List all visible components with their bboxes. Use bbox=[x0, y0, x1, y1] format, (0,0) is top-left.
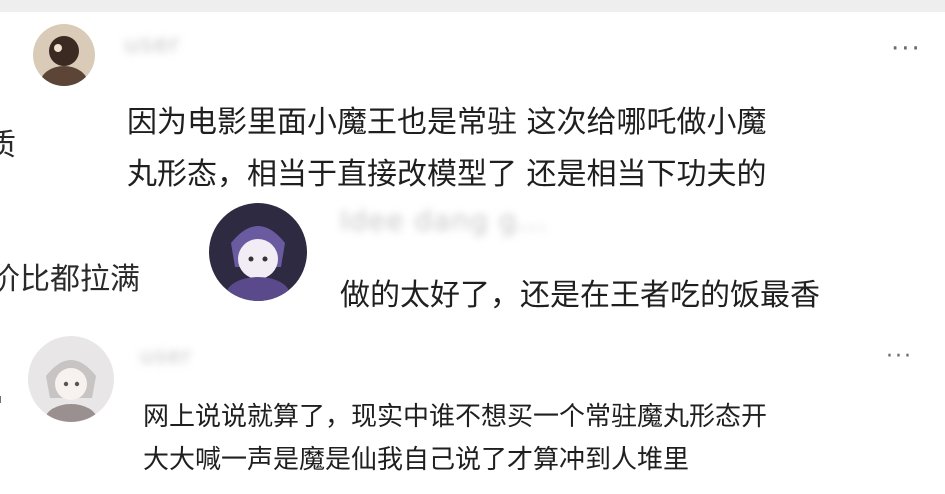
side-text-fragment-middle: 价比都拉满 bbox=[0, 262, 140, 297]
side-text-fragment-bottom: ' bbox=[0, 392, 3, 422]
username[interactable]: user bbox=[124, 30, 180, 58]
username[interactable]: Idee dang g... bbox=[340, 204, 547, 237]
comment-text-line: 丸形态，相当于直接改模型了 还是相当下功夫的 bbox=[127, 157, 767, 192]
side-text-fragment-top: 质 bbox=[0, 128, 16, 163]
user-avatar-icon bbox=[209, 203, 307, 301]
comment-text-line: 因为电影里面小魔王也是常驻 这次给哪吒做小魔 bbox=[127, 105, 767, 140]
user-avatar-icon bbox=[33, 24, 95, 86]
more-options-button[interactable]: ··· bbox=[891, 36, 922, 62]
avatar[interactable] bbox=[209, 203, 307, 301]
avatar[interactable] bbox=[28, 336, 114, 422]
reply-text-line: 做的太好了，还是在王者吃的饭最香 bbox=[340, 278, 820, 313]
top-divider-strip bbox=[0, 0, 945, 12]
avatar[interactable] bbox=[33, 24, 95, 86]
user-avatar-icon bbox=[28, 336, 114, 422]
comment-text-line: 大大喊一声是魔是仙我自己说了才算冲到人堆里 bbox=[143, 445, 690, 475]
more-options-button[interactable]: ··· bbox=[886, 346, 913, 368]
username[interactable]: user bbox=[140, 344, 192, 369]
comment-text-line: 网上说说就算了，现实中谁不想买一个常驻魔丸形态开 bbox=[143, 402, 768, 432]
